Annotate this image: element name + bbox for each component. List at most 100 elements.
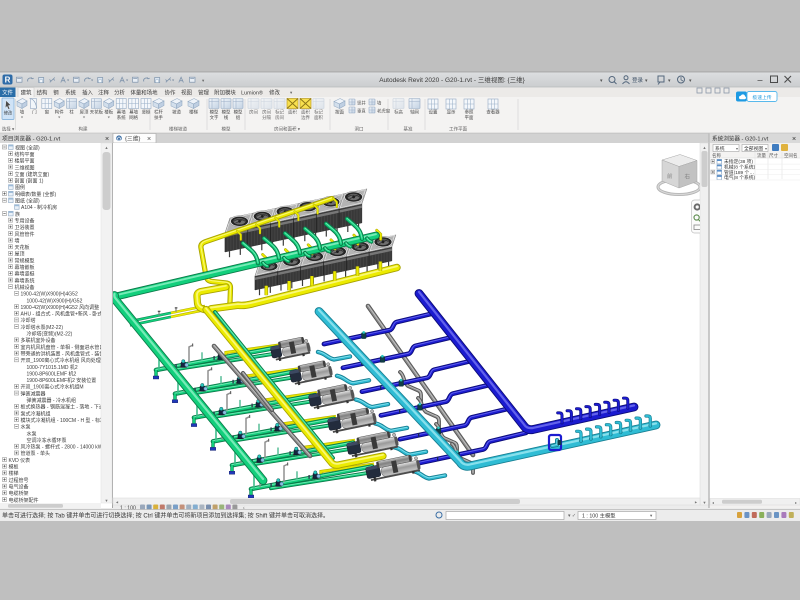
svg-text:模型: 模型 — [222, 126, 231, 133]
svg-text:1900-42(W)X900(H)4G52: 1900-42(W)X900(H)4G52 — [21, 292, 78, 298]
svg-text:幕墙系统: 幕墙系统 — [15, 277, 35, 284]
svg-text:电气设备: 电气设备 — [9, 483, 29, 490]
svg-text:冷却塔水泵(M2-22): 冷却塔水泵(M2-22) — [21, 324, 64, 331]
svg-text:竖井: 竖井 — [357, 100, 366, 107]
svg-text:幕墙嵌板: 幕墙嵌板 — [15, 264, 35, 271]
svg-text:工作平面: 工作平面 — [449, 126, 467, 133]
svg-text:构件: 构件 — [55, 109, 64, 116]
svg-text:▼: ▼ — [105, 498, 109, 503]
svg-text:图例: 图例 — [15, 184, 25, 191]
svg-text:附加模块: 附加模块 — [214, 88, 236, 96]
svg-text:水泵: 水泵 — [21, 424, 31, 431]
svg-text:结构: 结构 — [37, 88, 48, 96]
svg-text:右: 右 — [685, 173, 691, 181]
svg-text:卫浴装置: 卫浴装置 — [15, 224, 35, 231]
svg-text:A104 - 制冷机房: A104 - 制冷机房 — [21, 204, 57, 211]
svg-text:窗: 窗 — [45, 109, 50, 116]
svg-text:天花板: 天花板 — [90, 109, 104, 116]
svg-text:▼: ▼ — [703, 500, 707, 505]
svg-text:楼层平面: 楼层平面 — [15, 158, 35, 165]
svg-text:泵式冷凝机组: 泵式冷凝机组 — [21, 410, 51, 417]
svg-text:–: – — [757, 75, 762, 85]
svg-text:管道泵 - 单头: 管道泵 - 单头 — [21, 450, 50, 457]
svg-text:注释: 注释 — [98, 88, 109, 96]
svg-text:选择 ▾: 选择 ▾ — [2, 126, 15, 133]
svg-text:冷却塔(变频)(M2-22): 冷却塔(变频)(M2-22) — [27, 331, 73, 338]
svg-text:房间: 房间 — [249, 109, 258, 116]
svg-text:登录: 登录 — [632, 76, 644, 84]
svg-text:机械设备: 机械设备 — [15, 284, 35, 291]
svg-text:▲: ▲ — [105, 145, 109, 150]
svg-text:开双_1900离心式冷水机组M: 开双_1900离心式冷水机组M — [21, 384, 84, 391]
svg-text:设置: 设置 — [429, 109, 438, 116]
svg-text:天花板: 天花板 — [15, 244, 30, 251]
svg-text:极速上传: 极速上传 — [752, 94, 771, 101]
svg-text:✕: ✕ — [105, 137, 110, 143]
svg-text:1900-8P600LEMF机2 安装位置: 1900-8P600LEMF机2 安装位置 — [27, 377, 97, 384]
svg-text:▲: ▲ — [703, 145, 707, 150]
svg-text:三维视图: 三维视图 — [15, 164, 35, 171]
svg-text:修改: 修改 — [4, 110, 13, 117]
svg-text:扶手: 扶手 — [154, 114, 163, 121]
svg-text:按面: 按面 — [335, 109, 344, 116]
svg-text:图纸 (全部): 图纸 (全部) — [15, 198, 40, 205]
svg-text:电缆桥架: 电缆桥架 — [9, 490, 29, 497]
svg-text:系统: 系统 — [117, 114, 126, 121]
svg-text:KVD 仪表: KVD 仪表 — [9, 457, 31, 464]
svg-text:边界: 边界 — [301, 114, 310, 121]
svg-text:1900-8P600LEMF 机2: 1900-8P600LEMF 机2 — [27, 370, 77, 377]
svg-text:系统: 系统 — [715, 145, 725, 152]
svg-text:查看器: 查看器 — [486, 109, 500, 116]
svg-text:风冷热泵 - 螺杆式 - 2800 - 14000 kW: 风冷热泵 - 螺杆式 - 2800 - 14000 kW — [21, 444, 103, 451]
svg-text:1 : 100 主模型: 1 : 100 主模型 — [582, 512, 616, 520]
svg-text:管理: 管理 — [198, 88, 209, 96]
svg-text:墙: 墙 — [15, 237, 20, 244]
svg-text:面积: 面积 — [288, 109, 297, 116]
svg-text:房间和面积 ▾: 房间和面积 ▾ — [274, 126, 301, 133]
svg-text:标高: 标高 — [394, 109, 403, 116]
svg-text:◂: ◂ — [712, 500, 714, 505]
svg-text:体量和场地: 体量和场地 — [131, 88, 159, 96]
svg-text:垂直: 垂直 — [357, 108, 366, 114]
svg-text:墙: 墙 — [377, 100, 382, 107]
svg-text:前: 前 — [667, 172, 673, 180]
svg-text:插入: 插入 — [82, 88, 93, 96]
svg-text:流量: 流量 — [757, 152, 766, 159]
svg-text:钢: 钢 — [53, 88, 58, 96]
svg-text:空间名: 空间名 — [784, 152, 798, 159]
svg-text:系统浏览器 - G20-1.rvt: 系统浏览器 - G20-1.rvt — [712, 135, 769, 143]
svg-text:项目浏览器 - G20-1.rvt: 项目浏览器 - G20-1.rvt — [2, 135, 61, 143]
svg-text:水泵: 水泵 — [27, 430, 37, 437]
svg-text:显示: 显示 — [447, 110, 456, 115]
svg-text:幕墙竖梃: 幕墙竖梃 — [15, 271, 35, 278]
svg-text:专用设备: 专用设备 — [15, 217, 35, 224]
svg-text:柱: 柱 — [69, 109, 74, 116]
svg-text:常规模型: 常规模型 — [15, 257, 35, 264]
svg-text:名称: 名称 — [712, 152, 721, 159]
svg-text:明细表/数量 (全部): 明细表/数量 (全部) — [15, 191, 56, 198]
svg-text:带旁通的洪机装置 - 风机盘管式 - 装饰贴面: 带旁通的洪机装置 - 风机盘管式 - 装饰贴面 — [21, 350, 115, 357]
svg-text:系统: 系统 — [65, 88, 76, 96]
svg-text:坡道: 坡道 — [172, 109, 181, 116]
svg-text:▸: ▸ — [795, 500, 797, 505]
svg-text:屋顶: 屋顶 — [15, 252, 25, 258]
svg-text:✕: ✕ — [147, 137, 152, 143]
svg-text:墙: 墙 — [20, 109, 25, 116]
svg-text:单击可进行选择; 按 Tab 键并单击可进行切换选择; 按: 单击可进行选择; 按 Tab 键并单击可进行切换选择; 按 Ctrl 键并单击可… — [2, 512, 329, 520]
svg-text:族: 族 — [15, 211, 20, 218]
svg-text:建筑: 建筑 — [21, 88, 32, 96]
svg-text:协作: 协作 — [165, 88, 176, 96]
svg-text:全部视图: 全部视图 — [744, 145, 763, 152]
svg-text:基准: 基准 — [404, 126, 413, 133]
svg-text:视图 (全部): 视图 (全部) — [15, 144, 40, 151]
svg-text:视图: 视图 — [181, 88, 192, 96]
svg-text:尺寸: 尺寸 — [769, 152, 778, 159]
svg-text:修改: 修改 — [269, 88, 280, 96]
svg-text:网格: 网格 — [129, 114, 138, 121]
svg-text:轴网: 轴网 — [410, 109, 419, 116]
svg-text:过程管号: 过程管号 — [9, 477, 29, 484]
svg-text:R: R — [5, 76, 11, 85]
svg-text:结构平面: 结构平面 — [15, 151, 35, 158]
svg-text:弹簧减震器: 弹簧减震器 — [21, 390, 46, 397]
svg-text:Lumion®: Lumion® — [241, 89, 263, 96]
